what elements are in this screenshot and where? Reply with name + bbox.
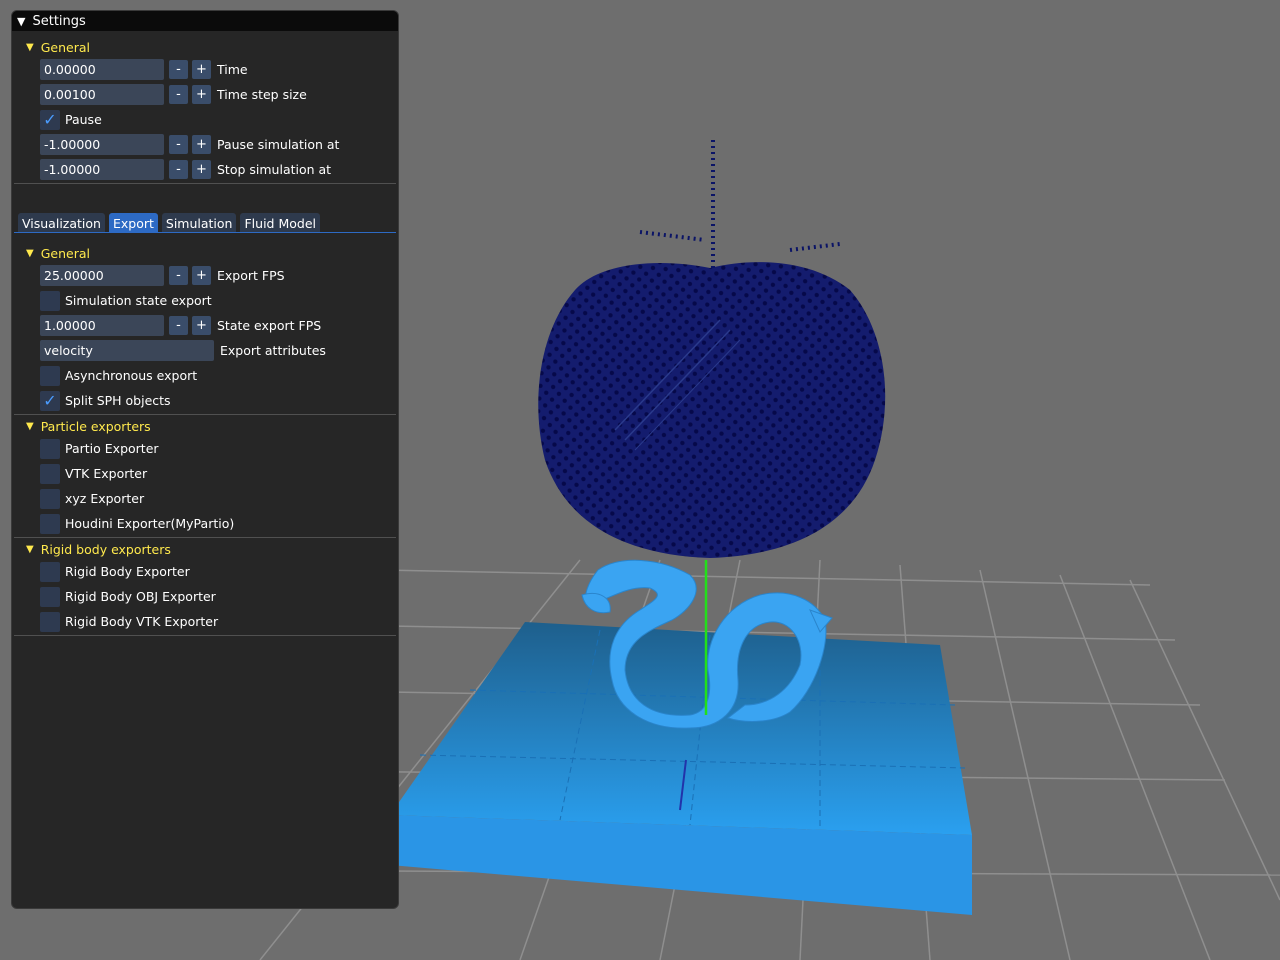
split-sph-checkbox[interactable]: ✓: [40, 390, 60, 411]
time-decrement-button[interactable]: -: [169, 60, 188, 79]
separator: [14, 414, 396, 415]
rigid-body-obj-exporter-row: Rigid Body OBJ Exporter: [40, 586, 216, 607]
rigid-plate: [390, 622, 972, 915]
tab-visualization[interactable]: Visualization: [18, 213, 105, 233]
time-step-row: 0.00100 - + Time step size: [40, 84, 307, 105]
tab-underline: [14, 232, 396, 233]
time-step-decrement-button[interactable]: -: [169, 85, 188, 104]
houdini-exporter-row: Houdini Exporter(MyPartio): [40, 513, 234, 534]
general-section-header[interactable]: ▼ General: [26, 40, 90, 55]
collapse-triangle-icon[interactable]: ▼: [17, 15, 25, 28]
checkmark-icon: ✓: [43, 390, 57, 410]
state-fps-label: State export FPS: [217, 318, 322, 333]
houdini-exporter-label: Houdini Exporter(MyPartio): [65, 516, 235, 531]
tab-export[interactable]: Export: [108, 213, 158, 233]
separator: [14, 183, 396, 184]
state-fps-decrement-button[interactable]: -: [169, 316, 188, 335]
particle-exporters-header[interactable]: ▼ Particle exporters: [26, 419, 151, 434]
pause-at-input[interactable]: -1.00000: [40, 134, 164, 155]
separator: [14, 635, 396, 636]
xyz-exporter-label: xyz Exporter: [65, 491, 145, 506]
stop-at-label: Stop simulation at: [217, 162, 332, 177]
pause-label: Pause: [65, 112, 102, 127]
state-fps-input[interactable]: 1.00000: [40, 315, 164, 336]
rigid-body-vtk-exporter-label: Rigid Body VTK Exporter: [65, 614, 219, 629]
export-fps-decrement-button[interactable]: -: [169, 266, 188, 285]
rigid-body-vtk-exporter-checkbox[interactable]: [40, 611, 60, 632]
partio-exporter-checkbox[interactable]: [40, 438, 60, 459]
tab-bar: Visualization Export Simulation Fluid Mo…: [18, 213, 324, 233]
vtk-exporter-label: VTK Exporter: [65, 466, 148, 481]
pause-at-label: Pause simulation at: [217, 137, 340, 152]
vtk-exporter-row: VTK Exporter: [40, 463, 147, 484]
state-export-checkbox[interactable]: [40, 290, 60, 311]
settings-window: ▼ Settings ▼ General 0.00000 - + Time 0.…: [11, 10, 399, 909]
export-general-header[interactable]: ▼ General: [26, 246, 90, 261]
export-attributes-row: velocity Export attributes: [40, 340, 326, 361]
pause-checkbox[interactable]: ✓: [40, 109, 60, 130]
fluid-particles: [538, 140, 886, 558]
export-fps-increment-button[interactable]: +: [192, 266, 211, 285]
time-step-increment-button[interactable]: +: [192, 85, 211, 104]
split-sph-row: ✓ Split SPH objects: [40, 390, 171, 411]
settings-titlebar[interactable]: ▼ Settings: [12, 11, 398, 31]
export-attributes-label: Export attributes: [220, 343, 326, 358]
checkmark-icon: ✓: [43, 109, 57, 129]
tab-fluid-model[interactable]: Fluid Model: [240, 213, 320, 233]
state-export-label: Simulation state export: [65, 293, 212, 308]
rigid-exporters-header[interactable]: ▼ Rigid body exporters: [26, 542, 171, 557]
export-attributes-input[interactable]: velocity: [40, 340, 214, 361]
export-general-label: General: [40, 246, 90, 261]
general-header-label: General: [40, 40, 90, 55]
houdini-exporter-checkbox[interactable]: [40, 513, 60, 534]
vtk-exporter-checkbox[interactable]: [40, 463, 60, 484]
window-title: Settings: [32, 13, 86, 29]
pause-at-increment-button[interactable]: +: [192, 135, 211, 154]
expand-triangle-icon: ▼: [26, 42, 34, 53]
partio-exporter-row: Partio Exporter: [40, 438, 159, 459]
rigid-body-obj-exporter-label: Rigid Body OBJ Exporter: [65, 589, 216, 604]
rigid-body-obj-exporter-checkbox[interactable]: [40, 586, 60, 607]
rigid-body-exporter-row: Rigid Body Exporter: [40, 561, 190, 582]
particle-exporters-label: Particle exporters: [40, 419, 151, 434]
state-fps-increment-button[interactable]: +: [192, 316, 211, 335]
separator: [14, 537, 396, 538]
pause-at-decrement-button[interactable]: -: [169, 135, 188, 154]
tab-simulation[interactable]: Simulation: [161, 213, 237, 233]
time-row: 0.00000 - + Time: [40, 59, 248, 80]
time-step-input[interactable]: 0.00100: [40, 84, 164, 105]
xyz-exporter-checkbox[interactable]: [40, 488, 60, 509]
state-fps-row: 1.00000 - + State export FPS: [40, 315, 321, 336]
export-fps-input[interactable]: 25.00000: [40, 265, 164, 286]
pause-at-row: -1.00000 - + Pause simulation at: [40, 134, 339, 155]
rigid-body-exporter-checkbox[interactable]: [40, 561, 60, 582]
async-export-row: Asynchronous export: [40, 365, 197, 386]
time-label: Time: [217, 62, 248, 77]
async-export-label: Asynchronous export: [65, 368, 198, 383]
async-export-checkbox[interactable]: [40, 365, 60, 386]
expand-triangle-icon: ▼: [26, 248, 34, 259]
state-export-row: Simulation state export: [40, 290, 212, 311]
pause-row: ✓ Pause: [40, 109, 102, 130]
xyz-exporter-row: xyz Exporter: [40, 488, 144, 509]
partio-exporter-label: Partio Exporter: [65, 441, 159, 456]
time-increment-button[interactable]: +: [192, 60, 211, 79]
rigid-body-exporter-label: Rigid Body Exporter: [65, 564, 190, 579]
stop-at-decrement-button[interactable]: -: [169, 160, 188, 179]
stop-at-input[interactable]: -1.00000: [40, 159, 164, 180]
expand-triangle-icon: ▼: [26, 544, 34, 555]
export-fps-row: 25.00000 - + Export FPS: [40, 265, 285, 286]
rigid-body-vtk-exporter-row: Rigid Body VTK Exporter: [40, 611, 218, 632]
time-input[interactable]: 0.00000: [40, 59, 164, 80]
rigid-exporters-label: Rigid body exporters: [40, 542, 171, 557]
stop-at-increment-button[interactable]: +: [192, 160, 211, 179]
export-fps-label: Export FPS: [217, 268, 285, 283]
expand-triangle-icon: ▼: [26, 421, 34, 432]
stop-at-row: -1.00000 - + Stop simulation at: [40, 159, 331, 180]
split-sph-label: Split SPH objects: [65, 393, 171, 408]
time-step-label: Time step size: [217, 87, 307, 102]
